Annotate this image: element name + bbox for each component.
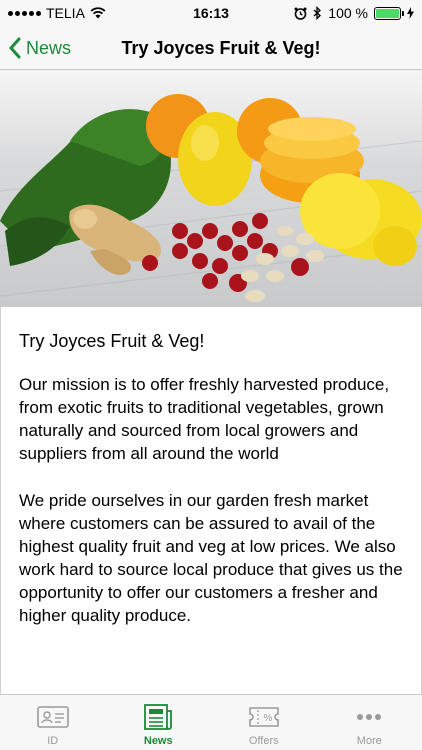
svg-text:%: %	[263, 713, 272, 724]
tab-more[interactable]: More	[317, 695, 422, 750]
bluetooth-icon	[313, 6, 322, 20]
article-paragraph: Our mission is to offer freshly harveste…	[19, 375, 390, 463]
tab-label: ID	[47, 735, 59, 747]
article-hero-image	[0, 71, 422, 307]
article-paragraph: We pride ourselves in our garden fresh m…	[19, 491, 403, 625]
charging-icon	[407, 7, 414, 19]
status-left: TELIA	[8, 5, 106, 21]
alarm-icon	[294, 7, 307, 20]
article-title: Try Joyces Fruit & Veg!	[19, 331, 205, 351]
status-right: 100 %	[294, 5, 414, 21]
navigation-bar: News Try Joyces Fruit & Veg!	[0, 26, 422, 70]
tab-offers[interactable]: % Offers	[211, 695, 317, 750]
tab-news[interactable]: News	[106, 695, 212, 750]
battery-percent: 100 %	[328, 5, 368, 21]
more-dots-icon	[351, 703, 387, 731]
battery-icon	[374, 6, 404, 20]
signal-icon	[8, 10, 41, 16]
status-bar: TELIA 16:13 100 %	[0, 0, 422, 26]
offers-ticket-icon: %	[246, 703, 282, 731]
tab-label: News	[143, 735, 173, 747]
page-title: Try Joyces Fruit & Veg!	[121, 38, 321, 58]
carrier-label: TELIA	[46, 5, 85, 21]
article-content: Try Joyces Fruit & Veg! Our mission is t…	[0, 307, 422, 695]
wifi-icon	[90, 7, 106, 19]
tab-id[interactable]: ID	[0, 695, 106, 750]
status-time: 16:13	[193, 5, 229, 21]
article-card: Try Joyces Fruit & Veg! Our mission is t…	[0, 307, 422, 695]
newspaper-icon	[140, 703, 176, 731]
tab-label: More	[356, 735, 382, 747]
tab-bar: ID News % Offers More	[0, 694, 422, 750]
tab-label: Offers	[248, 735, 279, 747]
id-card-icon	[35, 703, 71, 731]
